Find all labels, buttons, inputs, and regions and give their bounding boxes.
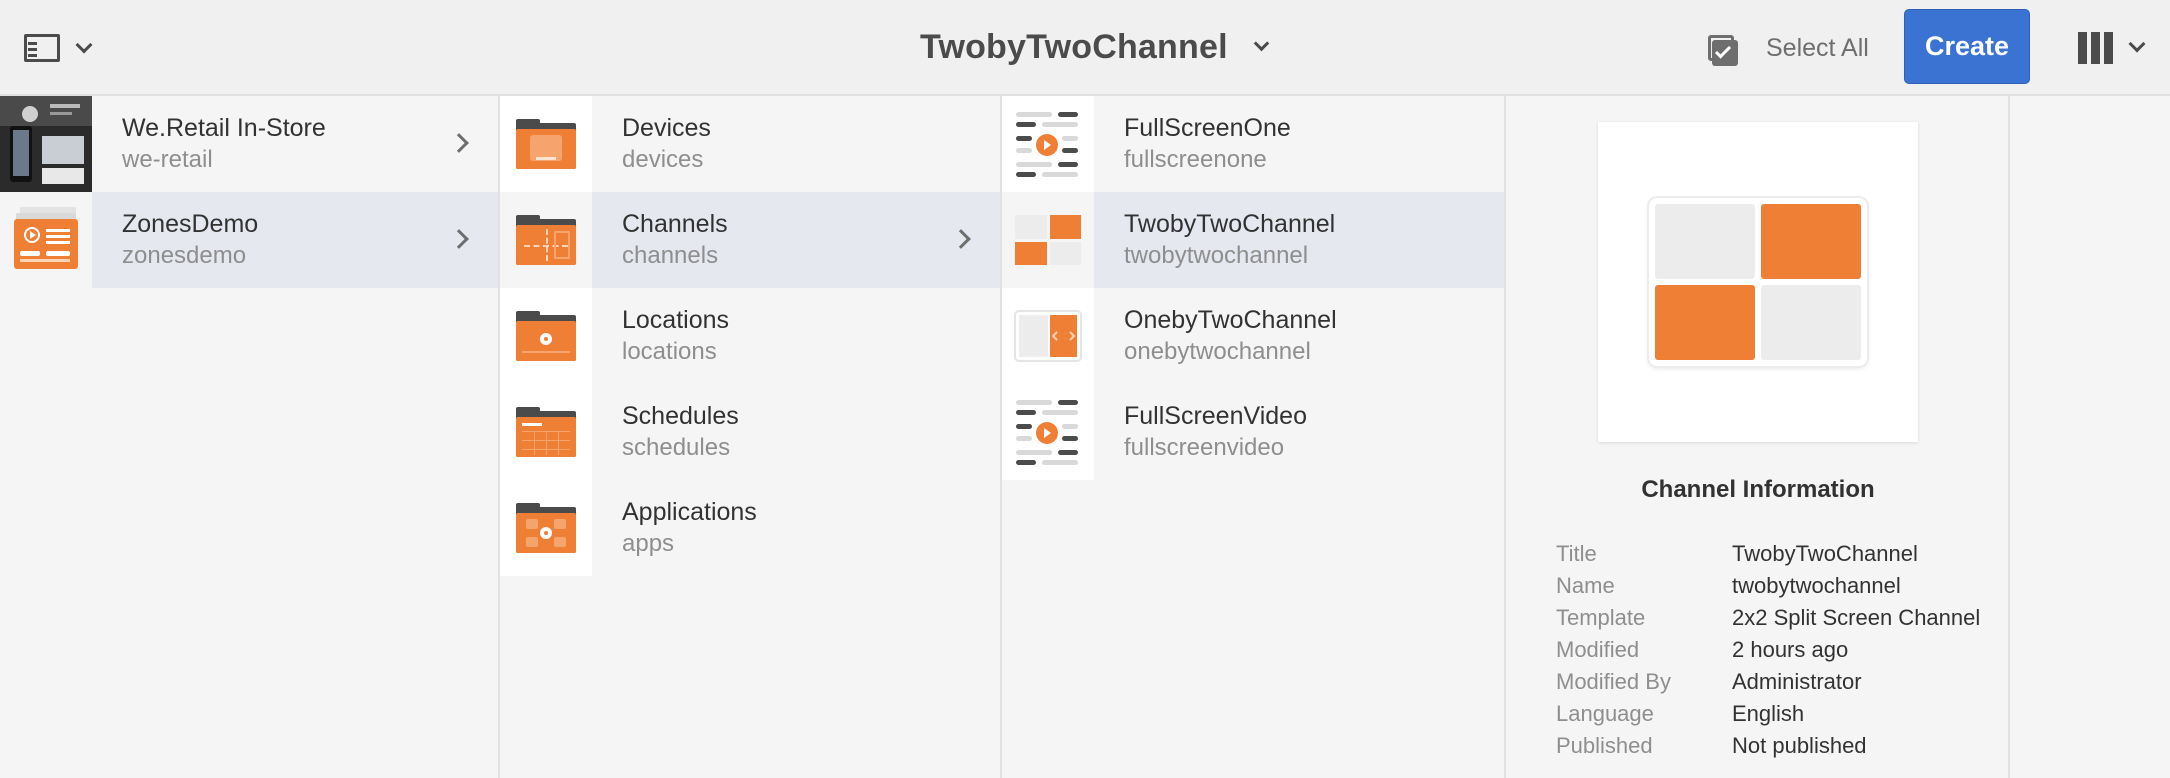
item-name: zonesdemo — [122, 242, 247, 269]
item-title: Applications — [622, 498, 757, 526]
item-name: schedules — [622, 434, 731, 461]
select-all-icon — [1706, 31, 1740, 66]
locations-folder-icon — [500, 288, 592, 384]
item-title: ZonesDemo — [122, 210, 259, 238]
list-item-schedules[interactable]: Schedules schedules — [500, 384, 1000, 480]
property-template: Template 2x2 Split Screen Channel — [1556, 605, 1981, 630]
create-button[interactable]: Create — [1904, 9, 2030, 84]
channel-preview-card — [1598, 122, 1918, 442]
property-published: Published Not published — [1556, 733, 1867, 758]
item-title: Locations — [622, 306, 730, 334]
list-item-locations[interactable]: Locations locations — [500, 288, 1000, 384]
view-switcher[interactable] — [2078, 30, 2146, 66]
channels-folder-icon — [500, 192, 592, 288]
list-item-devices[interactable]: Devices devices — [500, 96, 1000, 192]
devices-folder-icon — [500, 96, 592, 192]
two-by-two-layout-icon — [1002, 192, 1094, 288]
list-item-fullscreenvideo[interactable]: FullScreenVideo fullscreenvideo — [1002, 384, 1504, 480]
item-name: locations — [622, 338, 717, 365]
item-title: Channels — [622, 210, 728, 238]
applications-folder-icon — [500, 480, 592, 576]
column-channels: FullScreenOne fullscreenone TwobyTwoChan… — [1002, 96, 1506, 778]
list-item-applications[interactable]: Applications apps — [500, 480, 1000, 576]
list-item-onebytwochannel[interactable]: OnebyTwoChannel onebytwochannel — [1002, 288, 1504, 384]
chevron-down-icon — [1253, 35, 1270, 51]
item-name: channels — [622, 242, 719, 269]
item-title: Schedules — [622, 402, 739, 430]
item-name: we-retail — [122, 146, 213, 173]
list-item-twobytwochannel[interactable]: TwobyTwoChannel twobytwochannel — [1002, 192, 1504, 288]
one-by-two-layout-icon — [1002, 288, 1094, 384]
item-title: TwobyTwoChannel — [1124, 210, 1336, 238]
item-title: OnebyTwoChannel — [1124, 306, 1337, 334]
property-modified: Modified 2 hours ago — [1556, 637, 1849, 662]
property-modified-by: Modified By Administrator — [1556, 669, 1862, 694]
item-title: FullScreenOne — [1124, 114, 1291, 142]
list-item-channels[interactable]: Channels channels — [500, 192, 1000, 288]
chevron-right-icon — [449, 229, 469, 249]
item-title: Devices — [622, 114, 711, 142]
list-item-we-retail[interactable]: We.Retail In-Store we-retail — [0, 96, 498, 192]
chevron-down-icon — [2128, 35, 2146, 53]
select-all-button[interactable]: Select All — [1706, 28, 1869, 68]
properties-list: Title TwobyTwoChannel Name twobytwochann… — [1556, 538, 1980, 762]
chevron-down-icon — [75, 36, 93, 54]
item-title: FullScreenVideo — [1124, 402, 1307, 430]
item-name: apps — [622, 530, 675, 557]
select-all-label: Select All — [1766, 33, 1869, 62]
rail-toggle-button[interactable] — [22, 28, 110, 68]
chevron-right-icon — [449, 133, 469, 153]
list-item-zonesdemo[interactable]: ZonesDemo zonesdemo — [0, 192, 498, 288]
property-name: Name twobytwochannel — [1556, 573, 1901, 598]
item-name: twobytwochannel — [1124, 242, 1309, 269]
property-language: Language English — [1556, 701, 1805, 726]
sequence-channel-icon — [1002, 96, 1094, 192]
title-dropdown[interactable]: TwobyTwoChannel — [920, 22, 1270, 72]
column-project: Devices devices Channels channels Locati… — [500, 96, 1002, 778]
column-view-icon — [2078, 32, 2113, 64]
column-sites: We.Retail In-Store we-retail ZonesDemo z… — [0, 96, 500, 778]
chevron-right-icon — [951, 229, 971, 249]
item-name: onebytwochannel — [1124, 338, 1311, 365]
item-name: fullscreenvideo — [1124, 434, 1285, 461]
item-title: We.Retail In-Store — [122, 114, 326, 142]
page-title: TwobyTwoChannel — [920, 27, 1228, 66]
item-name: fullscreenone — [1124, 146, 1267, 173]
item-name: devices — [622, 146, 704, 173]
property-title: Title TwobyTwoChannel — [1556, 541, 1918, 566]
panel-toggle-icon — [22, 32, 62, 64]
action-bar: TwobyTwoChannel Select All Create — [0, 0, 2170, 96]
we-retail-thumbnail — [0, 96, 92, 192]
info-heading: Channel Information — [1641, 476, 1875, 503]
zonesdemo-thumbnail — [0, 192, 92, 288]
channel-info-panel: Channel Information Title TwobyTwoChanne… — [1506, 96, 2010, 778]
schedules-folder-icon — [500, 384, 592, 480]
two-by-two-layout-preview — [1649, 198, 1867, 366]
sequence-channel-icon — [1002, 384, 1094, 480]
list-item-fullscreenone[interactable]: FullScreenOne fullscreenone — [1002, 96, 1504, 192]
